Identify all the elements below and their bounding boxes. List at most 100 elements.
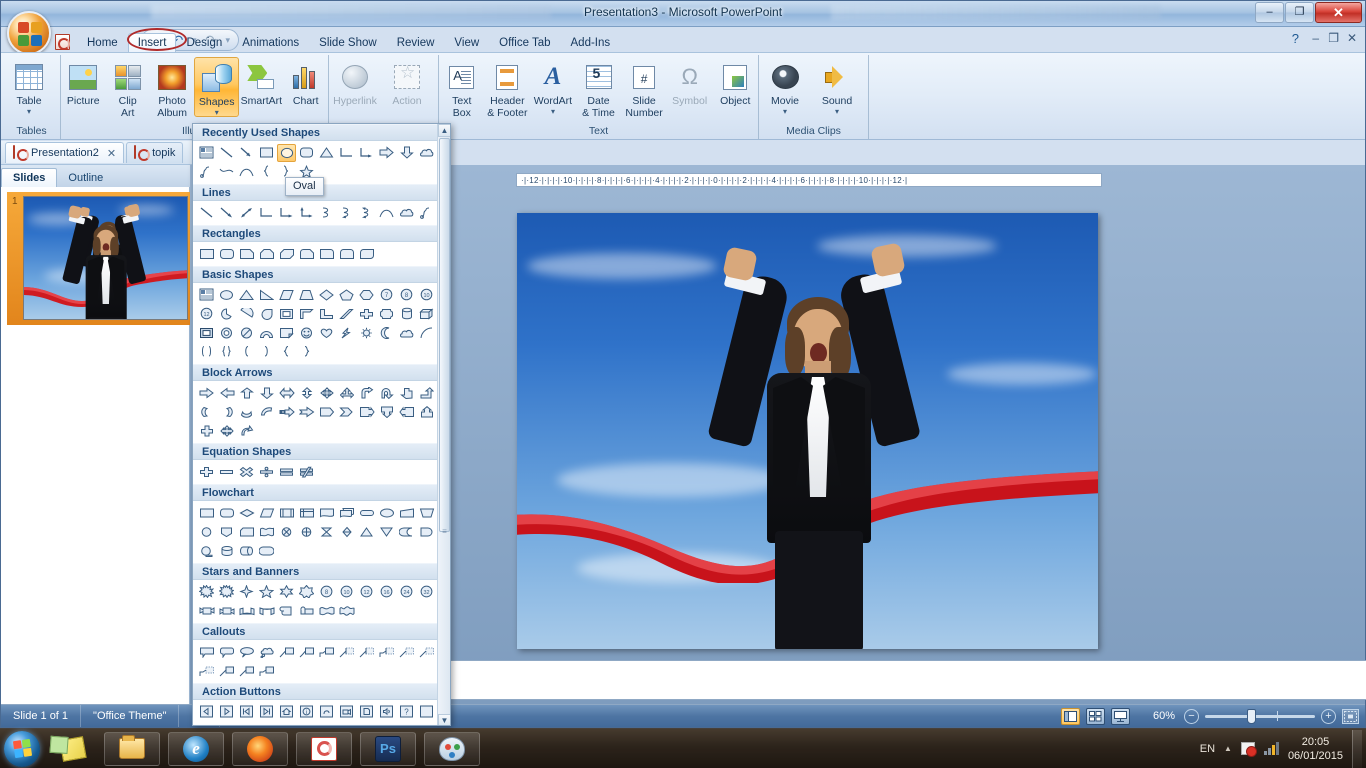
shape-action-button-custom[interactable] [417,703,436,721]
shape-curved-up-ribbon[interactable] [237,602,256,620]
shape-no-symbol[interactable] [237,324,256,342]
shape-bent-up-arrow[interactable] [417,384,436,402]
shape-down-arrow[interactable] [397,144,416,162]
shape-curved-down-ribbon[interactable] [257,602,276,620]
ribbon-close-icon[interactable]: ✕ [1347,31,1357,45]
shape-scribble[interactable] [417,204,436,222]
start-button[interactable] [4,730,40,767]
shape-horizontal-scroll[interactable] [297,602,316,620]
shape-action-button-information[interactable]: i [297,703,316,721]
shape-16-point-star[interactable]: 16 [377,583,396,601]
shape-oval[interactable] [217,286,236,304]
shape-line-callout-3-accent-bar[interactable] [377,643,396,661]
zoom-slider-thumb[interactable] [1247,708,1256,724]
shape-left-bracket[interactable] [237,343,256,361]
shape-flowchart-extract[interactable] [357,523,376,541]
shape-sun[interactable] [357,324,376,342]
shape-flowchart-alternate-process[interactable] [217,504,236,522]
shape-flowchart-display[interactable] [257,542,276,560]
shape-oval-callout[interactable] [237,643,256,661]
shape-snip-same-side-corner-rectangle[interactable] [257,245,276,263]
taskbar-item-photoshop[interactable]: Ps [360,731,416,766]
shape-curved-right-arrow[interactable] [197,403,216,421]
zoom-in-button[interactable]: + [1321,708,1336,724]
shape-cross-arrow[interactable] [197,422,216,440]
minimize-button[interactable]: – [1255,2,1284,23]
document-tab-topik[interactable]: topik [126,142,184,163]
shape-cloud-callout[interactable] [257,643,276,661]
shape-elbow-arrow-connector[interactable] [357,144,376,162]
shape-left-right-up-arrow[interactable] [337,384,356,402]
shape-curved-up-arrow[interactable] [237,403,256,421]
shape-line-callout-2-accent-bar[interactable] [357,643,376,661]
shape-curve[interactable] [217,163,236,181]
shape-action-button-movie[interactable] [337,703,356,721]
shape-u-turn-arrow[interactable] [377,384,396,402]
shape-equal[interactable] [277,463,296,481]
shape-round-single-corner-rectangle[interactable] [317,245,336,263]
shapes-gallery-dropdown[interactable]: Recently Used Shapes Lines Rectangles Ba… [192,123,451,726]
shape-flowchart-process[interactable] [197,504,216,522]
shape-dodecagon[interactable]: 12 [197,305,216,323]
shape-cloud[interactable] [397,324,416,342]
shape-curved-left-arrow[interactable] [217,403,236,421]
insert-hyperlink-button[interactable]: Hyperlink [329,57,381,108]
shape-diagonal-stripe[interactable] [337,305,356,323]
shape-elbow-connector[interactable] [337,144,356,162]
chevron-down-icon[interactable]: ▾ [27,107,31,115]
shape-block-arc[interactable] [257,324,276,342]
shape-rectangular-callout[interactable] [197,643,216,661]
shape-teardrop[interactable] [257,305,276,323]
ribbon-restore-icon[interactable]: ❐ [1328,31,1339,45]
shape-bent-arrow[interactable] [357,384,376,402]
shape-rounded-rectangular-callout[interactable] [217,643,236,661]
shape-minus[interactable] [217,463,236,481]
notes-pane[interactable]: ▲ ▼ [390,660,1366,700]
tab-design[interactable]: Design [176,34,232,53]
slide-canvas[interactable] [517,213,1098,649]
shape-snip-diagonal-corner-rectangle[interactable] [277,245,296,263]
shape-flowchart-predefined-process[interactable] [277,504,296,522]
shape-rectangle[interactable] [257,144,276,162]
shape-diamond[interactable] [317,286,336,304]
shape-vertical-scroll[interactable] [277,602,296,620]
shape-rounded-rectangle[interactable] [217,245,236,263]
shape-up-ribbon[interactable] [197,602,216,620]
shape-flowchart-direct-access-storage[interactable] [237,542,256,560]
shape-up-arrow-callout[interactable] [417,403,436,421]
shape-cloud[interactable] [417,144,436,162]
shape-right-arrow-callout[interactable] [357,403,376,421]
shape-down-arrow-callout[interactable] [377,403,396,421]
shape-action-button-end[interactable] [257,703,276,721]
shape-freeform[interactable] [197,163,216,181]
shape-cross[interactable] [357,305,376,323]
shape-24-point-star[interactable]: 24 [397,583,416,601]
shape-left-brace[interactable] [257,163,276,181]
chevron-down-icon[interactable]: ▾ [835,107,839,115]
shape-action-button-return[interactable] [317,703,336,721]
shape-12-point-star[interactable]: 12 [357,583,376,601]
insert-smartart-button[interactable]: SmartArt [239,57,283,108]
shape-line[interactable] [217,144,236,162]
shape-moon[interactable] [377,324,396,342]
zoom-out-button[interactable]: − [1184,708,1199,724]
insert-action-button[interactable]: Action [381,57,433,108]
shape-line-callout-1[interactable] [277,643,296,661]
shape-circular-arrow[interactable] [237,422,256,440]
shape-right-triangle[interactable] [257,286,276,304]
insert-clip-art-button[interactable]: Clip Art [105,57,149,119]
shape-pie[interactable] [217,305,236,323]
shape-flowchart-off-page-connector[interactable] [217,523,236,541]
taskbar-clock[interactable]: 20:05 06/01/2015 [1288,735,1343,763]
slide-thumbnail-item[interactable]: 1 [7,192,193,327]
shape-division[interactable] [257,463,276,481]
shape-donut[interactable] [217,324,236,342]
shape-double-bracket[interactable] [197,343,216,361]
shape-line-callout-3[interactable] [317,643,336,661]
shape-down-arrow[interactable] [257,384,276,402]
shape-arrow[interactable] [237,144,256,162]
shape-double-wave[interactable] [337,602,356,620]
shape-right-brace[interactable] [297,343,316,361]
close-icon[interactable]: ✕ [107,147,116,160]
shape-l-shape[interactable] [317,305,336,323]
